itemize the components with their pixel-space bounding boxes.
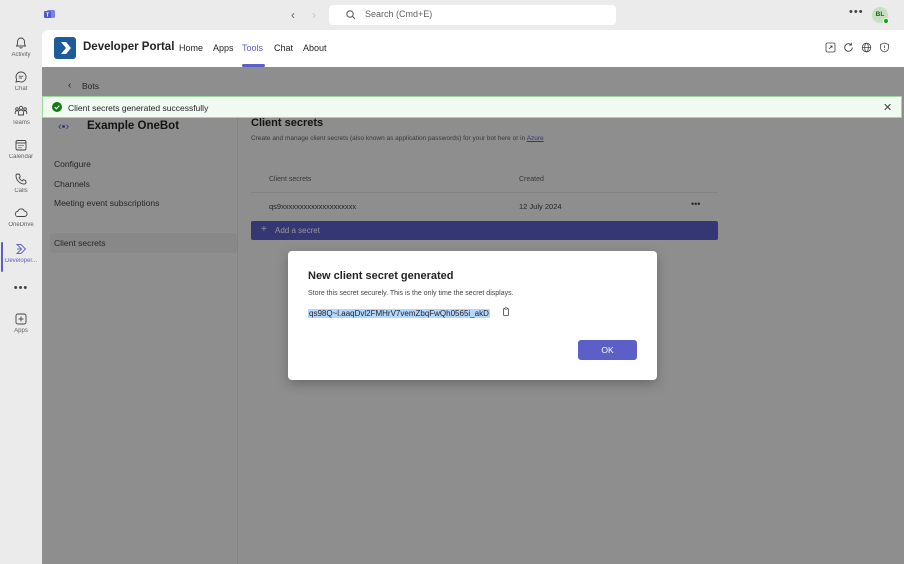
teams-icon bbox=[14, 105, 28, 116]
teams-logo-icon: T bbox=[44, 10, 55, 19]
copy-icon[interactable] bbox=[501, 307, 511, 317]
rail-label: Calls bbox=[14, 188, 28, 194]
cloud-icon bbox=[14, 208, 28, 217]
avatar[interactable]: BL bbox=[872, 7, 889, 24]
rail-label: Teams bbox=[12, 120, 30, 126]
rail-item-calendar[interactable]: Calendar bbox=[0, 138, 42, 168]
rail-label: OneDrive bbox=[8, 222, 34, 228]
developer-portal-logo-icon bbox=[54, 37, 76, 59]
phone-icon bbox=[15, 173, 27, 185]
dialog-title: New client secret generated bbox=[308, 270, 454, 282]
rail-item-calls[interactable]: Calls bbox=[0, 172, 42, 202]
rail-label: Developer... bbox=[4, 258, 38, 264]
rail-item-onedrive[interactable]: OneDrive bbox=[0, 206, 42, 236]
more-apps-icon[interactable]: ••• bbox=[0, 282, 42, 294]
rail-label: Apps bbox=[14, 328, 28, 334]
left-rail: Activity Chat Teams Calendar Calls OneDr… bbox=[0, 30, 42, 564]
presence-available-icon bbox=[883, 18, 889, 24]
forward-arrow-icon[interactable]: › bbox=[312, 8, 316, 22]
nav-apps[interactable]: Apps bbox=[213, 43, 234, 53]
app-name: Developer Portal bbox=[83, 41, 175, 53]
secret-value[interactable]: qs98Q~l.aaqDvl2FMHrV7vemZbqFwQh0565i_akD bbox=[308, 309, 490, 318]
ok-button[interactable]: OK bbox=[578, 340, 637, 360]
bell-icon bbox=[15, 37, 27, 49]
close-icon[interactable]: ✕ bbox=[883, 101, 892, 114]
nav-chat[interactable]: Chat bbox=[274, 43, 293, 53]
rail-item-activity[interactable]: Activity bbox=[0, 36, 42, 66]
dialog-body: Store this secret securely. This is the … bbox=[308, 290, 514, 297]
rail-label: Activity bbox=[11, 52, 31, 58]
search-box[interactable]: Search (Cmd+E) bbox=[329, 5, 616, 25]
checkmark-icon bbox=[52, 102, 62, 112]
rail-label: Chat bbox=[14, 86, 28, 92]
globe-icon[interactable] bbox=[861, 42, 872, 53]
search-placeholder: Search (Cmd+E) bbox=[365, 9, 433, 19]
developer-portal-icon bbox=[15, 244, 27, 254]
popout-icon[interactable] bbox=[825, 42, 836, 53]
apps-icon bbox=[15, 313, 27, 325]
chat-icon bbox=[15, 71, 27, 83]
toast-message: Client secrets generated successfully bbox=[68, 103, 209, 113]
shield-icon[interactable] bbox=[879, 42, 890, 53]
rail-label: Calendar bbox=[8, 154, 34, 160]
search-icon bbox=[346, 10, 356, 20]
rail-item-developer-portal[interactable]: Developer... bbox=[0, 242, 42, 272]
success-toast: Client secrets generated successfully ✕ bbox=[42, 96, 902, 118]
nav-about[interactable]: About bbox=[303, 43, 327, 53]
app-header: Developer Portal Home Apps Tools Chat Ab… bbox=[42, 30, 904, 67]
new-secret-dialog: New client secret generated Store this s… bbox=[288, 251, 657, 380]
avatar-initials: BL bbox=[875, 11, 885, 18]
nav-home[interactable]: Home bbox=[179, 43, 203, 53]
rail-item-teams[interactable]: Teams bbox=[0, 104, 42, 134]
back-arrow-icon[interactable]: ‹ bbox=[291, 8, 295, 22]
rail-item-chat[interactable]: Chat bbox=[0, 70, 42, 100]
title-bar: T ‹ › Search (Cmd+E) ••• BL bbox=[0, 0, 904, 30]
more-options-icon[interactable]: ••• bbox=[849, 6, 864, 18]
calendar-icon bbox=[15, 140, 27, 151]
nav-tools[interactable]: Tools bbox=[242, 43, 263, 53]
rail-item-apps[interactable]: Apps bbox=[0, 312, 42, 342]
refresh-icon[interactable] bbox=[843, 42, 854, 53]
